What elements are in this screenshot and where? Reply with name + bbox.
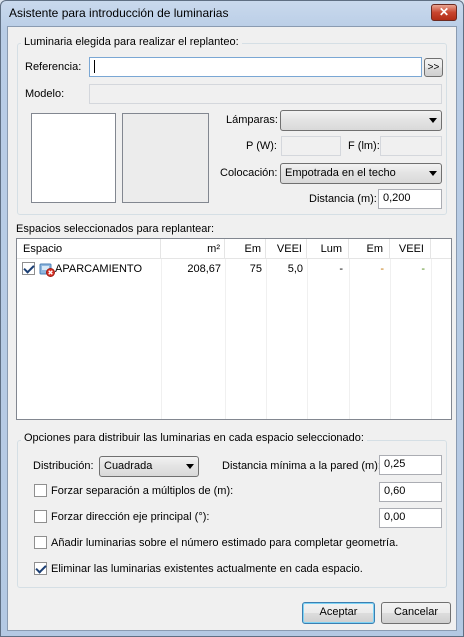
col-em[interactable]: Em [225, 239, 266, 259]
text-caret [94, 60, 95, 73]
modelo-field [89, 84, 442, 104]
title-bar[interactable]: Asistente para introducción de luminaria… [1, 1, 463, 25]
dialog-client-area: Luminaria elegida para realizar el repla… [7, 26, 457, 631]
modelo-label: Modelo: [25, 88, 65, 100]
column-divider [390, 259, 391, 419]
window-title: Asistente para introducción de luminaria… [9, 6, 229, 20]
colocacion-select[interactable]: Empotrada en el techo [280, 163, 442, 184]
colocacion-label: Colocación: [220, 167, 278, 179]
browse-referencia-button[interactable]: >> [424, 58, 443, 77]
col-lum[interactable]: Lum [307, 239, 349, 259]
distancia-minima-input[interactable]: 0,25 [379, 455, 442, 475]
lamparas-select[interactable] [280, 110, 442, 131]
col-m2[interactable]: m² [161, 239, 225, 259]
row-em2: - [380, 263, 384, 275]
col-veei2[interactable]: VEEI [390, 239, 431, 259]
column-divider [161, 259, 162, 419]
row-veei2: - [421, 263, 425, 275]
flm-label: F (lm): [348, 140, 380, 152]
row-name: APARCAMIENTO [55, 263, 142, 275]
forzar-direccion-label: Forzar dirección eje principal (°): [51, 511, 210, 523]
col-espacio[interactable]: Espacio [17, 239, 161, 259]
forzar-separacion-input[interactable]: 0,60 [379, 482, 442, 502]
chevron-down-icon [186, 464, 194, 469]
luminaria-group-title: Luminaria elegida para realizar el repla… [21, 36, 242, 48]
row-checkbox[interactable] [22, 262, 35, 275]
anadir-luminarias-label: Añadir luminarias sobre el número estima… [51, 537, 399, 549]
referencia-label: Referencia: [25, 61, 82, 73]
space-error-icon [39, 261, 55, 277]
row-veei: 5,0 [287, 263, 303, 275]
pw-label: P (W): [246, 140, 277, 152]
col-veei[interactable]: VEEI [266, 239, 307, 259]
forzar-separacion-label: Forzar separación a múltiplos de (m): [51, 485, 234, 497]
forzar-direccion-input[interactable]: 0,00 [379, 508, 442, 528]
row-m2: 208,67 [187, 263, 221, 275]
column-divider [307, 259, 308, 419]
distancia-input[interactable]: 0,200 [378, 189, 442, 209]
col-em2[interactable]: Em [349, 239, 390, 259]
chevron-down-icon [429, 171, 437, 176]
espacios-label: Espacios seleccionados para replantear: [16, 223, 215, 235]
flm-field [380, 136, 442, 156]
eliminar-luminarias-label: Eliminar las luminarias existentes actua… [51, 563, 363, 575]
opciones-group-title: Opciones para distribuir las luminarias … [21, 432, 367, 444]
column-divider [431, 259, 432, 419]
row-lum: - [339, 263, 343, 275]
column-divider [225, 259, 226, 419]
close-button[interactable]: ✕ [431, 4, 457, 21]
luminaria-photometry-image [122, 113, 209, 203]
dialog-window: Asistente para introducción de luminaria… [0, 0, 464, 637]
anadir-luminarias-checkbox[interactable] [34, 536, 47, 549]
luminaria-preview-image [31, 113, 116, 203]
column-divider [349, 259, 350, 419]
pw-field [281, 136, 341, 156]
referencia-input[interactable] [89, 57, 422, 77]
row-em: 75 [249, 263, 262, 275]
distribucion-label: Distribución: [33, 460, 94, 472]
forzar-direccion-checkbox[interactable] [34, 510, 47, 523]
espacios-list[interactable]: Espacio m² Em VEEI Lum Em VEEI APARCAMIE… [16, 238, 452, 420]
distancia-minima-label: Distancia mínima a la pared (m): [222, 460, 381, 472]
column-divider [266, 259, 267, 419]
aceptar-button[interactable]: Aceptar [302, 602, 375, 624]
forzar-separacion-checkbox[interactable] [34, 484, 47, 497]
distancia-label: Distancia (m): [309, 193, 377, 205]
list-header: Espacio m² Em VEEI Lum Em VEEI [17, 239, 451, 259]
eliminar-luminarias-checkbox[interactable] [34, 562, 47, 575]
lamparas-label: Lámparas: [226, 114, 278, 126]
distribucion-select[interactable]: Cuadrada [99, 456, 199, 477]
cancelar-button[interactable]: Cancelar [381, 602, 451, 624]
chevron-down-icon [429, 118, 437, 123]
